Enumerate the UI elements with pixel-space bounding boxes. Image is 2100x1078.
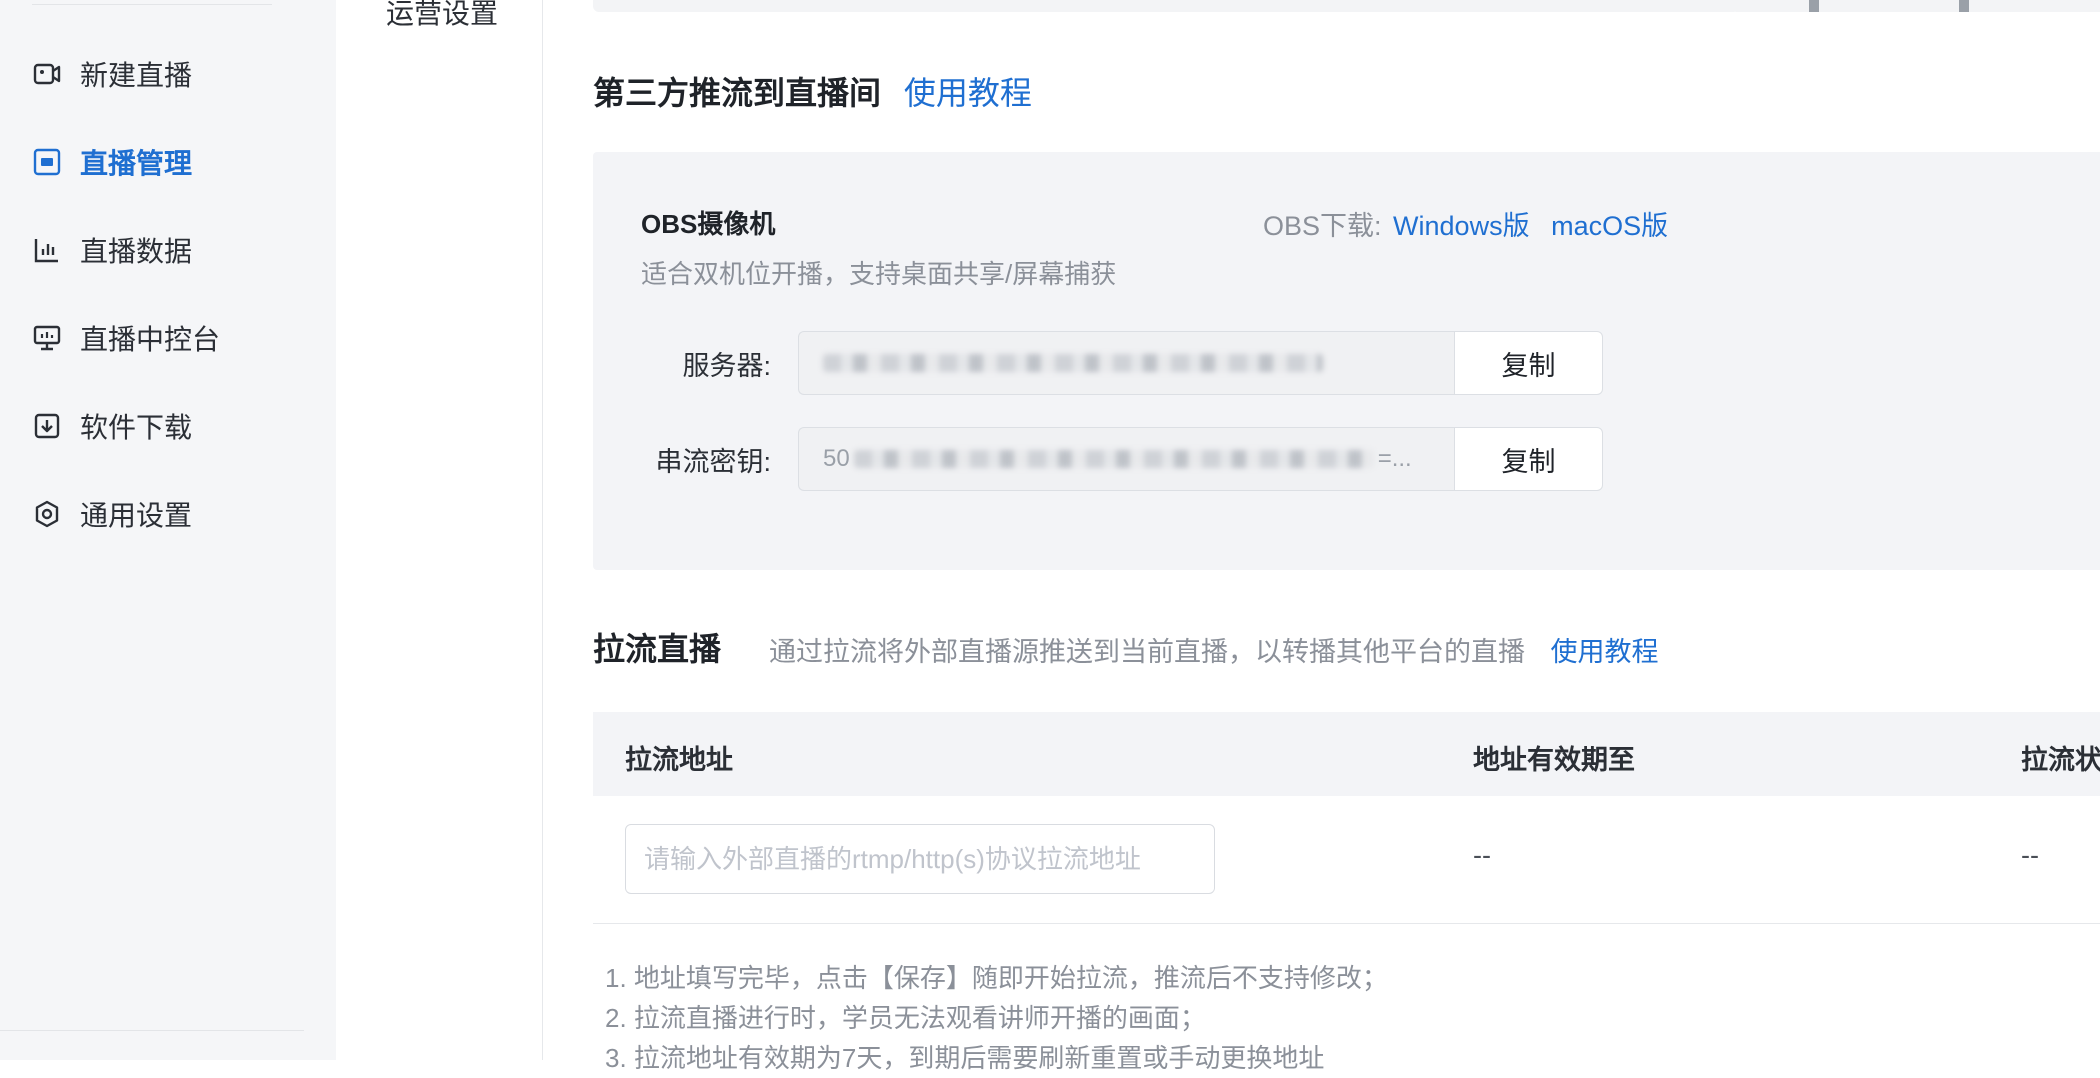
third-party-section-title: 第三方推流到直播间 使用教程 [593,68,1032,114]
server-field[interactable] [798,331,1454,395]
note-item: 2. 拉流直播进行时，学员无法观看讲师开播的画面； [605,1003,1206,1033]
gear-icon [32,499,62,529]
table-row: -- -- [593,796,2100,924]
sidebar-item-label: 直播中控台 [80,324,221,355]
status-value: -- [2021,840,2039,870]
sidebar-item-live-manage[interactable]: 直播管理 [32,132,312,192]
pull-stream-table-header: 拉流地址 地址有效期至 拉流状 [593,712,2100,796]
obs-description: 适合双机位开播，支持桌面共享/屏幕捕获 [641,259,1117,289]
note-item: 3. 拉流地址有效期为7天，到期后需要刷新重置或手动更换地址 [605,1043,1325,1073]
pull-url-input[interactable] [625,824,1215,894]
obs-download: OBS下载: Windows版 macOS版 [1263,204,1668,243]
server-label: 服务器: [682,351,771,381]
expiry-value: -- [1473,840,1491,870]
download-icon [32,411,62,441]
sidebar-item-label: 软件下载 [80,412,193,443]
obs-macos-link[interactable]: macOS版 [1551,211,1668,241]
bar-chart-icon [32,235,62,265]
column-header-url: 拉流地址 [625,745,733,775]
obs-windows-link[interactable]: Windows版 [1393,211,1530,241]
sidebar-item-software-download[interactable]: 软件下载 [32,396,312,456]
sidebar-item-label: 新建直播 [80,60,193,91]
sidebar-item-live-console[interactable]: 直播中控台 [32,308,312,368]
stream-key-field[interactable]: 50 =... [798,427,1454,491]
previous-panel-edge [593,0,1739,12]
pull-stream-notes: 1. 地址填写完毕，点击【保存】随即开始拉流，推流后不支持修改； 2. 拉流直播… [605,958,1388,1078]
column-header-expiry: 地址有效期至 [1473,745,1635,775]
copy-server-button[interactable]: 复制 [1454,331,1603,395]
sidebar-divider [0,1030,304,1031]
stream-key-suffix: =... [1377,445,1412,472]
third-party-title: 第三方推流到直播间 [593,75,882,111]
pull-stream-title: 拉流直播 [593,631,722,667]
sidebar-item-general-settings[interactable]: 通用设置 [32,484,312,544]
subnav-item-operation-settings[interactable]: 运营设置 [386,0,498,32]
redacted-value [853,450,1374,468]
pull-stream-description-text: 通过拉流将外部直播源推送到当前直播，以转播其他平台的直播 [769,637,1525,667]
sidebar-item-new-live[interactable]: 新建直播 [32,44,312,104]
copy-stream-key-button[interactable]: 复制 [1454,427,1603,491]
video-camera-icon [32,59,62,89]
obs-panel: OBS摄像机 适合双机位开播，支持桌面共享/屏幕捕获 OBS下载: Window… [593,152,2100,570]
pull-stream-tutorial-link[interactable]: 使用教程 [1551,637,1659,667]
note-item: 1. 地址填写完毕，点击【保存】随即开始拉流，推流后不支持修改； [605,963,1388,993]
sidebar-item-live-data[interactable]: 直播数据 [32,220,312,280]
sidebar: 新建直播 直播管理 直播数据 直播中控台 软件下载 通用设置 [0,0,336,1060]
main-content: 第三方推流到直播间 使用教程 OBS摄像机 适合双机位开播，支持桌面共享/屏幕捕… [543,0,2100,1073]
presentation-icon [32,323,62,353]
stream-key-label: 串流密钥: [655,447,771,477]
obs-download-label: OBS下载: [1263,211,1382,241]
sidebar-divider [32,4,272,5]
stream-key-prefix: 50 [823,445,850,472]
third-party-tutorial-link[interactable]: 使用教程 [904,75,1032,111]
obs-title: OBS摄像机 [641,209,776,239]
redacted-value [823,354,1323,372]
sidebar-item-label: 通用设置 [80,500,193,531]
column-header-status: 拉流状 [2021,745,2100,775]
sidebar-item-label: 直播管理 [80,148,193,179]
sidebar-item-label: 直播数据 [80,236,193,267]
pull-stream-description: 通过拉流将外部直播源推送到当前直播，以转播其他平台的直播 使用教程 [769,630,1659,669]
preview-thumbnail-edge [1731,0,2100,12]
sub-navigation: 运营设置 [336,0,543,1060]
monitor-icon [32,147,62,177]
